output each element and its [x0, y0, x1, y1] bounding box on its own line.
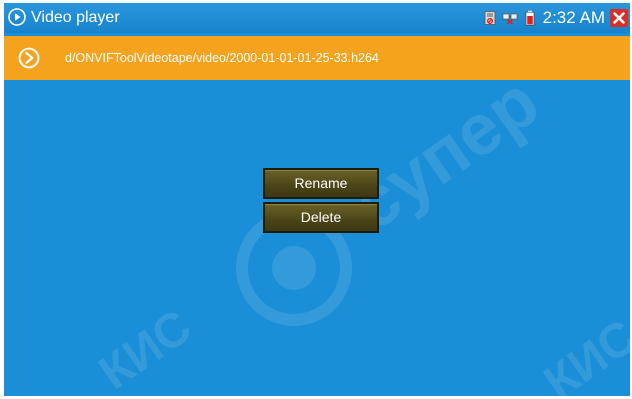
title-bar: Video player 2:32 AM [4, 3, 630, 33]
rename-button[interactable]: Rename [263, 168, 379, 199]
video-player-screen: Video player 2:32 AM d/ONVIFToolVideotap… [4, 3, 630, 396]
app-title: Video player [31, 9, 120, 26]
delete-button[interactable]: Delete [263, 202, 379, 233]
play-arrow-icon[interactable] [18, 47, 40, 69]
status-area: 2:32 AM [478, 7, 628, 29]
play-circle-icon [8, 8, 26, 26]
battery-icon [525, 10, 534, 26]
close-icon[interactable] [610, 9, 628, 27]
file-path: d/ONVIFToolVideotape/video/2000-01-01-01… [65, 51, 379, 65]
sd-card-icon [484, 11, 496, 25]
network-icon [502, 13, 517, 25]
path-bar: d/ONVIFToolVideotape/video/2000-01-01-01… [4, 36, 630, 80]
svg-text:КИС: КИС [90, 300, 201, 396]
svg-text:КИС: КИС [535, 310, 630, 396]
context-menu: Rename Delete [263, 168, 379, 236]
clock: 2:32 AM [542, 8, 605, 27]
